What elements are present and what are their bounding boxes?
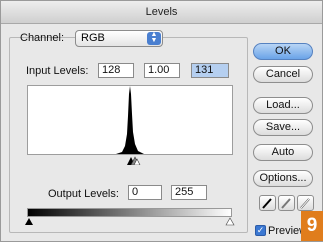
histogram-graph (116, 86, 144, 154)
channel-select-value: RGB (81, 32, 105, 44)
black-eyedropper-button[interactable] (259, 195, 276, 211)
output-white-field[interactable]: 255 (171, 185, 207, 200)
window-title: Levels (1, 1, 322, 24)
input-gamma-field[interactable]: 1.00 (144, 63, 180, 78)
input-levels-label: Input Levels: (26, 65, 89, 77)
input-black-field[interactable]: 128 (98, 63, 134, 78)
white-eyedropper-button[interactable] (297, 195, 314, 211)
input-slider[interactable] (127, 153, 143, 165)
auto-button[interactable]: Auto (253, 144, 313, 161)
output-levels-label: Output Levels: (48, 188, 119, 200)
channel-select[interactable]: RGB ▲ ▼ (75, 30, 163, 47)
channel-label: Channel: (20, 32, 65, 44)
output-black-slider[interactable] (25, 218, 33, 225)
levels-dialog: Levels Channel: RGB ▲ ▼ Input Levels: 128… (0, 0, 323, 242)
load-button[interactable]: Load... (253, 97, 313, 114)
black-eyedropper-icon (262, 198, 272, 209)
save-button[interactable]: Save... (253, 119, 313, 136)
histogram (27, 85, 233, 155)
output-black-field[interactable]: 0 (128, 185, 162, 200)
preview-checkbox[interactable]: ✓ (255, 225, 266, 236)
histogram-peak (116, 86, 144, 154)
ok-button[interactable]: OK (253, 43, 313, 60)
white-eyedropper-icon (300, 198, 310, 209)
input-white-field[interactable]: 131 (191, 63, 229, 78)
output-gradient-bar (27, 208, 232, 217)
gray-eyedropper-button[interactable] (278, 195, 295, 211)
gray-eyedropper-icon (281, 198, 291, 209)
checkmark-icon: ✓ (256, 225, 265, 235)
options-button[interactable]: Options... (253, 170, 313, 187)
output-sliders[interactable] (25, 217, 235, 226)
select-arrows-icon: ▲ ▼ (147, 31, 161, 45)
cancel-button[interactable]: Cancel (253, 66, 313, 83)
step-badge: 9 (301, 211, 323, 241)
output-white-slider[interactable] (225, 217, 235, 226)
